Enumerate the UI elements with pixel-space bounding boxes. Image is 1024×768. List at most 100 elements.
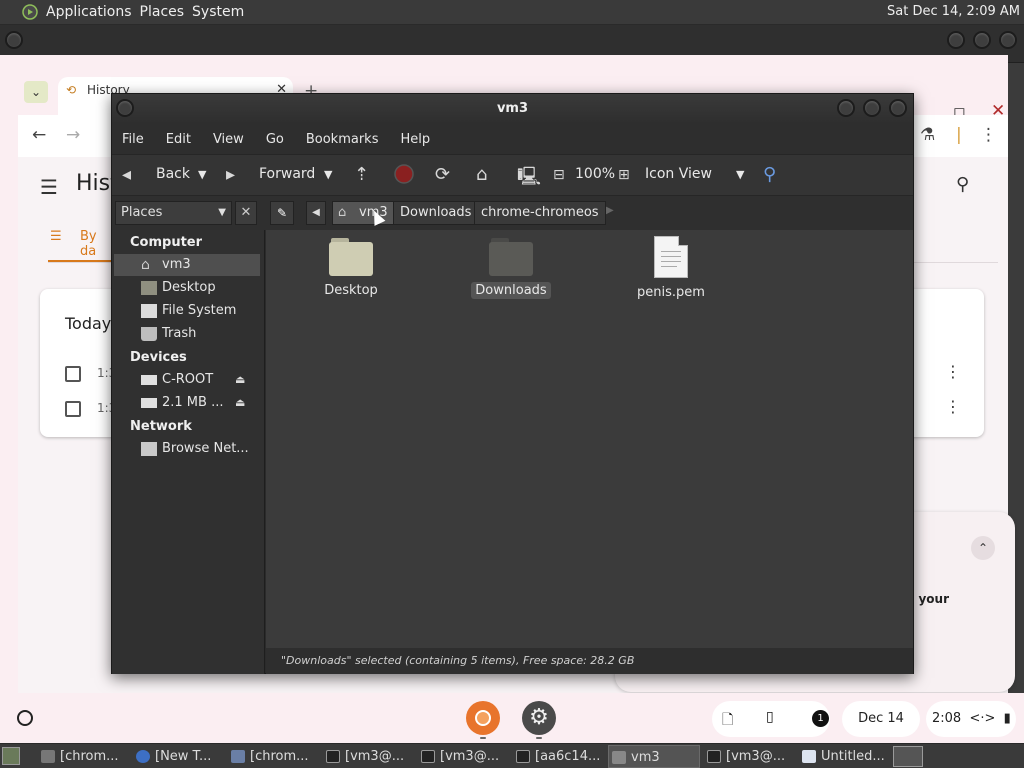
desktop-icon (141, 281, 157, 295)
menu-help[interactable]: Help (389, 132, 441, 147)
back-history-dropdown-icon[interactable]: ▼ (198, 168, 206, 181)
menubar: File Edit View Go Bookmarks Help (112, 124, 913, 154)
up-arrow-icon[interactable]: ⇡ (354, 164, 369, 185)
breadcrumb-scroll-left-icon[interactable]: ◀ (306, 201, 326, 225)
back-arrow-icon[interactable]: ← (32, 125, 46, 145)
zoom-out-icon[interactable]: ⊟ (553, 167, 565, 183)
tab-by-date[interactable]: ☰ By da (48, 227, 114, 263)
tray-date[interactable]: Dec 14 (842, 701, 920, 737)
home-icon[interactable]: ⌂ (476, 164, 487, 185)
task-button[interactable]: [chrom... (38, 745, 128, 768)
reload-icon[interactable]: ⟳ (435, 164, 450, 185)
task-button[interactable]: [vm3@... (418, 745, 508, 768)
shelf-chrome-icon[interactable] (466, 701, 500, 735)
minimize-icon[interactable] (947, 31, 965, 49)
view-mode-select[interactable]: Icon View (645, 166, 712, 182)
task-button[interactable]: Untitled... (799, 745, 891, 768)
sidebar-item-file-system[interactable]: File System (114, 300, 260, 322)
eject-icon[interactable]: ⏏ (235, 392, 245, 414)
search-icon[interactable]: ⚲ (956, 174, 969, 195)
maximize-icon[interactable] (863, 99, 881, 117)
home-folder-icon (612, 751, 626, 764)
panel-clock[interactable]: Sat Dec 14, 2:09 AM (887, 4, 1020, 19)
zoom-in-icon[interactable]: ⊞ (618, 167, 630, 183)
tray-holding-space[interactable]: 🗋 ▯ 1 (712, 701, 830, 737)
applications-logo-icon[interactable] (20, 2, 40, 22)
close-icon[interactable] (889, 99, 907, 117)
back-button[interactable]: Back (156, 166, 190, 182)
system-menu[interactable]: System (192, 4, 252, 20)
launcher-button[interactable] (17, 710, 33, 726)
menu-go[interactable]: Go (255, 132, 295, 147)
show-desktop-icon[interactable] (2, 747, 20, 765)
row-checkbox[interactable] (65, 366, 81, 382)
places-menu[interactable]: Places (140, 4, 193, 20)
close-icon[interactable] (999, 31, 1017, 49)
task-button[interactable]: [New T... (133, 745, 223, 768)
breadcrumb-chrome-chromeos[interactable]: chrome-chromeos (474, 201, 606, 225)
terminal-icon (707, 750, 721, 763)
chrome-menu-icon[interactable]: ⋮ (980, 125, 997, 145)
task-label: [New T... (155, 749, 212, 764)
back-arrow-icon[interactable]: ◂ (122, 164, 131, 185)
row-checkbox[interactable] (65, 401, 81, 417)
search-icon[interactable]: ⚲ (763, 164, 776, 185)
phone-hub-icon[interactable]: ▯ (766, 709, 774, 725)
stop-icon[interactable] (394, 164, 414, 189)
task-label: vm3 (631, 750, 660, 765)
file-manager-window: vm3 File Edit View Go Bookmarks Help ◂ B… (111, 93, 914, 674)
task-label: Untitled... (821, 749, 885, 764)
file-item-desktop[interactable]: Desktop (296, 238, 406, 299)
menu-file[interactable]: File (112, 132, 155, 147)
close-sidebar-icon[interactable]: ✕ (235, 201, 257, 225)
tab-search-button[interactable]: ⌄ (24, 81, 48, 103)
sidebar-item-vm3[interactable]: ⌂ vm3 (114, 254, 260, 276)
hamburger-menu-icon[interactable]: ☰ (40, 175, 58, 199)
tray-status[interactable]: 2:08 <·> ▮ (926, 701, 1016, 737)
task-button[interactable]: [chrom... (228, 745, 318, 768)
eject-icon[interactable]: ⏏ (235, 369, 245, 391)
window-title: vm3 (496, 101, 529, 116)
breadcrumb-vm3[interactable]: ⌂ vm3 (332, 201, 395, 225)
task-button[interactable]: [vm3@... (323, 745, 413, 768)
task-button[interactable]: [aa6c14... (513, 745, 603, 768)
file-item-downloads[interactable]: Downloads (456, 238, 566, 299)
forward-arrow-icon[interactable]: ▸ (226, 164, 235, 185)
edit-location-icon[interactable]: ✎ (270, 201, 294, 225)
task-button-active[interactable]: vm3 (608, 745, 700, 768)
shelf: ⚙ 🗋 ▯ 1 Dec 14 2:08 <·> ▮ (0, 693, 1024, 743)
sidebar-item-desktop[interactable]: Desktop (114, 277, 260, 299)
menu-edit[interactable]: Edit (155, 132, 202, 147)
file-item-penis-pem[interactable]: penis.pem (616, 236, 726, 301)
view-mode-dropdown-icon[interactable]: ▼ (736, 168, 744, 181)
sidebar-places-select[interactable]: Places ▼ (115, 201, 232, 225)
maximize-icon[interactable] (973, 31, 991, 49)
forward-arrow-icon[interactable]: → (66, 125, 80, 145)
file-manager-titlebar[interactable]: vm3 (112, 94, 913, 124)
sidebar-item-c-root[interactable]: C-ROOT ⏏ (114, 369, 260, 391)
breadcrumb-downloads[interactable]: Downloads (393, 201, 479, 225)
shelf-settings-icon[interactable]: ⚙ (522, 701, 556, 735)
forward-history-dropdown-icon[interactable]: ▼ (324, 168, 332, 181)
zoom-level[interactable]: 100% (575, 166, 615, 182)
task-button[interactable]: [vm3@... (704, 745, 794, 768)
menu-view[interactable]: View (202, 132, 255, 147)
sidebar-item-2mb-volume[interactable]: 2.1 MB ... ⏏ (114, 392, 260, 414)
notification-count[interactable]: 1 (812, 710, 829, 727)
minimize-icon[interactable] (837, 99, 855, 117)
forward-button[interactable]: Forward (259, 166, 315, 182)
more-options-icon[interactable]: ⋮ (945, 362, 961, 381)
sidebar-item-browse-network[interactable]: Browse Net... (114, 438, 260, 460)
more-options-icon[interactable]: ⋮ (945, 397, 961, 416)
file-icon[interactable]: 🗋 (722, 709, 733, 733)
applications-menu[interactable]: Applications (46, 4, 140, 20)
sidebar-item-trash[interactable]: Trash (114, 323, 260, 345)
menu-bookmarks[interactable]: Bookmarks (295, 132, 390, 147)
window-menu-icon[interactable] (5, 31, 23, 49)
task-label: [aa6c14... (535, 749, 601, 764)
breadcrumb-scroll-right-icon[interactable]: ▶ (606, 205, 614, 216)
computer-icon[interactable]: 🖳 (517, 164, 541, 194)
collapse-icon[interactable]: ⌃ (971, 536, 995, 560)
labs-icon[interactable]: ⚗ (920, 125, 935, 145)
workspace-switcher[interactable] (893, 746, 923, 767)
